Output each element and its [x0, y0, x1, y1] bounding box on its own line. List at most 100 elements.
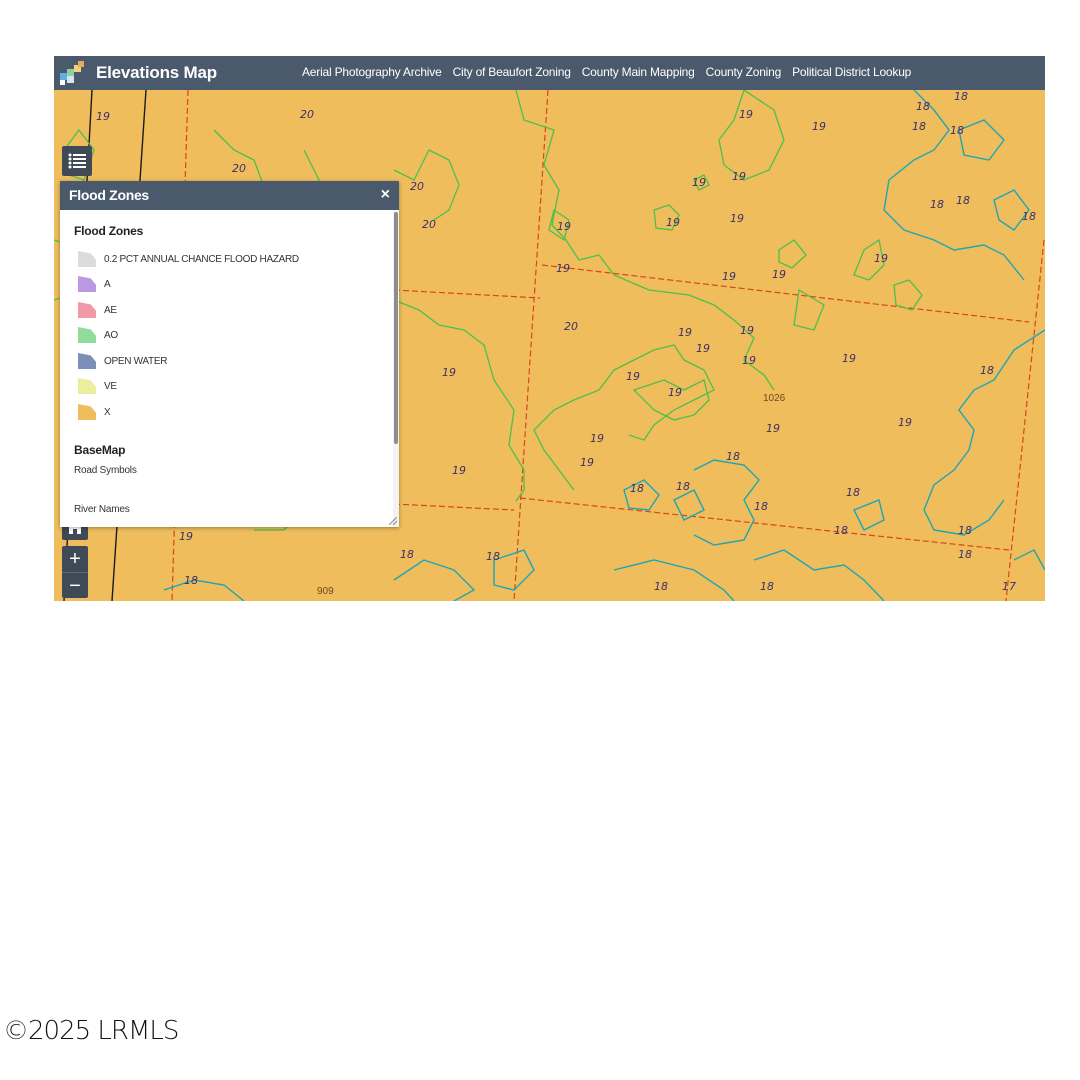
contour-label: 20 [300, 108, 314, 121]
contour-label: 18 [846, 486, 860, 499]
legend-toggle-button[interactable] [62, 146, 92, 176]
contour-label: 18 [754, 500, 768, 513]
contour-label: 19 [678, 326, 692, 339]
legend-item: 0.2 PCT ANNUAL CHANCE FLOOD HAZARD [78, 250, 299, 268]
contour-label: 20 [232, 162, 246, 175]
app-title: Elevations Map [96, 63, 217, 82]
legend-item: OPEN WATER [78, 352, 167, 370]
legend-panel-header: Flood Zones × [60, 181, 399, 210]
close-icon[interactable]: × [381, 186, 390, 204]
resize-grip-icon[interactable] [389, 517, 397, 525]
zoom-out-button[interactable]: − [62, 572, 88, 599]
legend-swatch [78, 404, 96, 420]
contour-label: 18 [676, 480, 690, 493]
legend-item: AO [78, 326, 118, 344]
contour-label: 19 [452, 464, 466, 477]
contour-label: 19 [732, 170, 746, 183]
legend-scroll-thumb[interactable] [394, 212, 398, 444]
app-logo-icon [60, 61, 84, 85]
contour-label: 19 [730, 212, 744, 225]
contour-label: 18 [980, 364, 994, 377]
contour-label: 18 [950, 124, 964, 137]
legend-swatch [78, 327, 96, 343]
contour-label: 19 [557, 220, 571, 233]
legend-item-label: X [104, 406, 111, 418]
zoom-controls: + − [62, 546, 88, 598]
contour-label: 19 [580, 456, 594, 469]
legend-section-title: Flood Zones [74, 224, 144, 238]
copyright-text: ©2025 LRMLS [3, 1016, 179, 1046]
contour-label: 18 [654, 580, 668, 593]
contour-label: 19 [766, 422, 780, 435]
app-header: Elevations Map Aerial Photography Archiv… [54, 56, 1045, 90]
contour-label: 19 [772, 268, 786, 281]
contour-label: 18 [760, 580, 774, 593]
contour-label: 18 [726, 450, 740, 463]
contour-label: 19 [874, 252, 888, 265]
nav-aerial-photography-archive[interactable]: Aerial Photography Archive [302, 65, 442, 79]
contour-label: 19 [626, 370, 640, 383]
legend-item-label: AE [104, 304, 117, 316]
map-app: Elevations Map Aerial Photography Archiv… [54, 56, 1045, 601]
nav-county-main-mapping[interactable]: County Main Mapping [582, 65, 695, 79]
contour-label: 18 [916, 100, 930, 113]
nav-county-zoning[interactable]: County Zoning [706, 65, 782, 79]
contour-label: 18 [954, 90, 968, 103]
contour-label: 18 [184, 574, 198, 587]
nav-city-of-beaufort-zoning[interactable]: City of Beaufort Zoning [453, 65, 571, 79]
contour-label: 18 [400, 548, 414, 561]
contour-label: 19 [812, 120, 826, 133]
contour-label: 19 [742, 354, 756, 367]
contour-label: 19 [696, 342, 710, 355]
contour-label: 18 [630, 482, 644, 495]
contour-label: 19 [668, 386, 682, 399]
legend-item-label: A [104, 278, 111, 290]
top-nav: Aerial Photography Archive City of Beauf… [302, 65, 911, 79]
contour-label: 18 [956, 194, 970, 207]
contour-label: 19 [666, 216, 680, 229]
legend-swatch [78, 276, 96, 292]
legend-item: AE [78, 301, 117, 319]
contour-label: 19 [842, 352, 856, 365]
contour-label: 18 [958, 524, 972, 537]
legend-item: VE [78, 377, 117, 395]
list-icon [68, 153, 86, 169]
contour-label: 20 [422, 218, 436, 231]
legend-swatch [78, 378, 96, 394]
legend-item-label: AO [104, 329, 118, 341]
legend-panel: Flood Zones × Flood Zones 0.2 PCT ANNUAL… [60, 181, 399, 527]
contour-label: 17 [1002, 580, 1016, 593]
contour-label: 19 [740, 324, 754, 337]
parcel-label: 1026 [763, 393, 786, 404]
contour-label: 18 [1022, 210, 1036, 223]
contour-label: 18 [834, 524, 848, 537]
legend-item: X [78, 403, 111, 421]
legend-scrollbar[interactable] [393, 210, 399, 527]
nav-political-district-lookup[interactable]: Political District Lookup [792, 65, 911, 79]
contour-label: 18 [912, 120, 926, 133]
basemap-section-title: BaseMap [74, 443, 126, 457]
legend-content[interactable]: Flood Zones 0.2 PCT ANNUAL CHANCE FLOOD … [60, 210, 393, 527]
contour-label: 19 [442, 366, 456, 379]
legend-swatch [78, 353, 96, 369]
legend-panel-title: Flood Zones [69, 187, 149, 203]
road-symbols-label: Road Symbols [74, 465, 137, 476]
contour-label: 20 [564, 320, 578, 333]
contour-label: 19 [722, 270, 736, 283]
contour-label: 19 [739, 108, 753, 121]
river-names-label: River Names [74, 504, 130, 515]
contour-label: 19 [692, 176, 706, 189]
parcel-label: 909 [317, 586, 334, 597]
legend-item-label: VE [104, 380, 117, 392]
contour-label: 19 [556, 262, 570, 275]
zoom-in-button[interactable]: + [62, 546, 88, 572]
contour-label: 19 [96, 110, 110, 123]
legend-item: A [78, 275, 111, 293]
legend-swatch [78, 302, 96, 318]
contour-label: 20 [410, 180, 424, 193]
contour-label: 19 [179, 530, 193, 543]
contour-label: 18 [930, 198, 944, 211]
contour-label: 18 [486, 550, 500, 563]
contour-label: 19 [898, 416, 912, 429]
legend-item-label: 0.2 PCT ANNUAL CHANCE FLOOD HAZARD [104, 253, 299, 265]
